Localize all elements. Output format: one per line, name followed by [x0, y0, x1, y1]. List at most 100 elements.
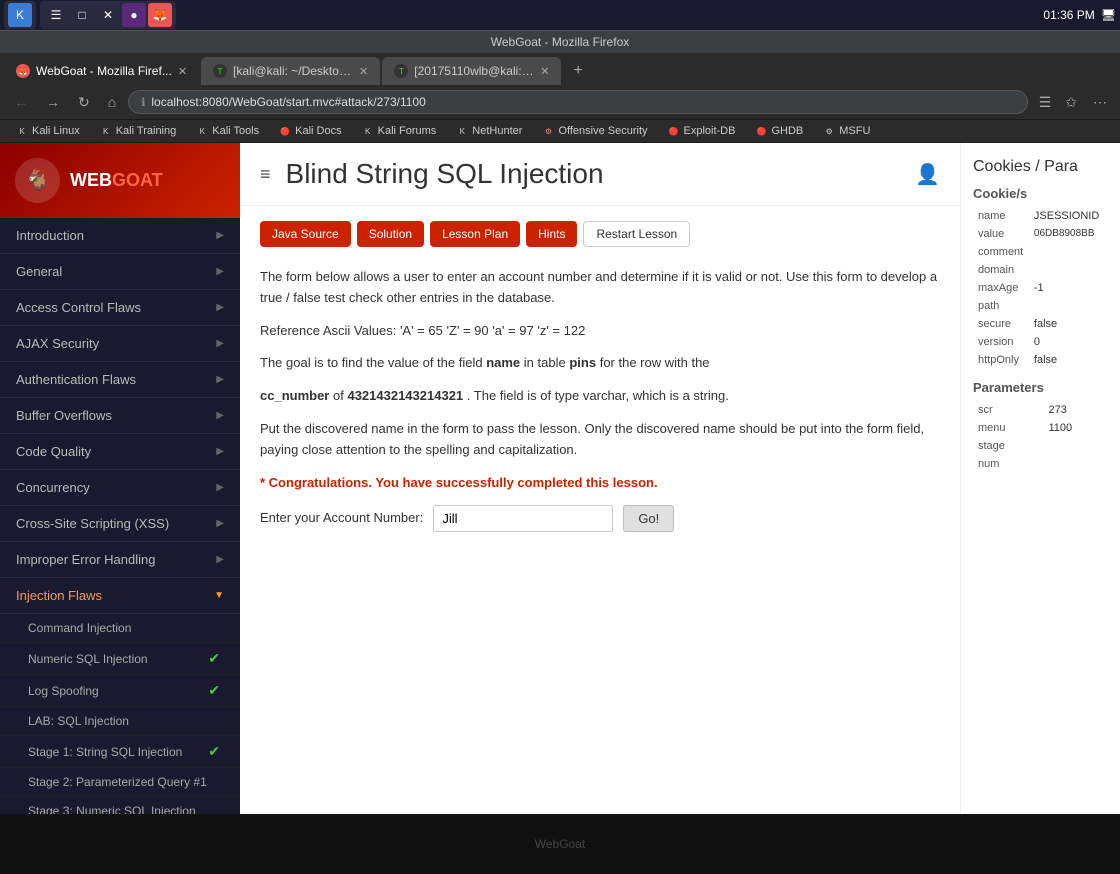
sidebar-item-label-introduction: Introduction — [16, 228, 84, 243]
sidebar-sub-command-injection[interactable]: Command Injection — [0, 614, 240, 643]
sidebar-item-authentication-flaws[interactable]: Authentication Flaws ▶ — [0, 362, 240, 398]
right-panel-title: Cookies / Para — [973, 158, 1108, 176]
tab-close-1[interactable]: ✕ — [359, 65, 368, 78]
bookmark-nethunter[interactable]: K NetHunter — [448, 123, 530, 139]
bookmark-label-nethunter: NetHunter — [472, 125, 522, 137]
sidebar-item-improper-error[interactable]: Improper Error Handling ▶ — [0, 542, 240, 578]
main-content-area: ≡ Blind String SQL Injection 👤 Java Sour… — [240, 143, 960, 814]
sidebar-item-general[interactable]: General ▶ — [0, 254, 240, 290]
tab-close-0[interactable]: ✕ — [178, 65, 187, 78]
browser-tab-2[interactable]: T [20175110wlb@kali: /ho... ✕ — [382, 57, 561, 85]
bookmark-ghdb[interactable]: 🔴 GHDB — [747, 123, 811, 139]
taskbar-icon-3[interactable]: ✕ — [96, 3, 120, 27]
bookmark-kali-forums[interactable]: K Kali Forums — [354, 123, 445, 139]
content-para5: Put the discovered name in the form to p… — [260, 419, 940, 461]
sidebar-item-concurrency[interactable]: Concurrency ▶ — [0, 470, 240, 506]
hamburger-menu-button[interactable]: ≡ — [260, 164, 271, 185]
sidebar-item-xss[interactable]: Cross-Site Scripting (XSS) ▶ — [0, 506, 240, 542]
reader-view-button[interactable]: ☰ — [1034, 91, 1057, 114]
bookmark-kali-training[interactable]: K Kali Training — [92, 123, 185, 139]
taskbar-icon-firefox[interactable]: 🦊 — [148, 3, 172, 27]
go-button[interactable]: Go! — [623, 505, 674, 532]
user-icon-button[interactable]: 👤 — [915, 162, 940, 187]
cookie-value-3 — [1031, 262, 1106, 278]
arrow-icon-buffer-overflows: ▶ — [216, 410, 224, 421]
new-tab-button[interactable]: + — [563, 57, 592, 85]
forward-button[interactable]: → — [40, 91, 66, 113]
browser-tab-0[interactable]: 🦊 WebGoat - Mozilla Firef... ✕ — [4, 57, 199, 85]
arrow-icon-access-control: ▶ — [216, 302, 224, 313]
bookmark-favicon-nethunter: K — [456, 125, 468, 137]
param-value-0: 273 — [1045, 402, 1106, 418]
sidebar-sub-numeric-sql[interactable]: Numeric SQL Injection ✔ — [0, 643, 240, 675]
param-name-2: stage — [975, 438, 1043, 454]
bookmark-kali-docs[interactable]: 🔴 Kali Docs — [271, 123, 349, 139]
taskbar-icon-1[interactable]: ☰ — [44, 3, 68, 27]
home-button[interactable]: ⌂ — [102, 91, 122, 113]
para3-mid: in table — [524, 355, 570, 370]
bookmark-msfu[interactable]: ⚙ MSFU — [815, 123, 878, 139]
arrow-icon-concurrency: ▶ — [216, 482, 224, 493]
bookmark-kali-linux[interactable]: K Kali Linux — [8, 123, 88, 139]
tab-favicon-1: T — [213, 64, 227, 78]
sidebar-sub-log-spoofing[interactable]: Log Spoofing ✔ — [0, 675, 240, 707]
cookie-name-8: httpOnly — [975, 352, 1029, 368]
cookie-row-5: path — [975, 298, 1106, 314]
tab-close-2[interactable]: ✕ — [540, 65, 549, 78]
bookmark-button[interactable]: ✩ — [1060, 91, 1082, 114]
sidebar-item-label-code-quality: Code Quality — [16, 444, 91, 459]
hints-button[interactable]: Hints — [526, 221, 577, 247]
cookie-row-4: maxAge -1 — [975, 280, 1106, 296]
taskbar-icon-kali[interactable]: K — [8, 3, 32, 27]
para4-value: 4321432143214321 — [347, 388, 463, 403]
menu-button[interactable]: ⋯ — [1088, 91, 1112, 114]
sidebar-item-label-xss: Cross-Site Scripting (XSS) — [16, 516, 169, 531]
bookmark-label-kali-tools: Kali Tools — [212, 125, 259, 137]
sidebar-item-access-control[interactable]: Access Control Flaws ▶ — [0, 290, 240, 326]
tab-label-1: [kali@kali: ~/Desktop/w... — [233, 64, 353, 78]
bookmark-kali-tools[interactable]: K Kali Tools — [188, 123, 267, 139]
reload-button[interactable]: ↻ — [72, 91, 96, 114]
sidebar-item-label-general: General — [16, 264, 62, 279]
browser-tab-1[interactable]: T [kali@kali: ~/Desktop/w... ✕ — [201, 57, 380, 85]
sidebar-sub-stage1[interactable]: Stage 1: String SQL Injection ✔ — [0, 736, 240, 768]
sidebar-item-introduction[interactable]: Introduction ▶ — [0, 218, 240, 254]
sidebar-item-label-access-control: Access Control Flaws — [16, 300, 141, 315]
sidebar-item-label-buffer-overflows: Buffer Overflows — [16, 408, 112, 423]
account-form-row: Enter your Account Number: Go! — [260, 505, 940, 532]
sidebar-item-injection-flaws[interactable]: Injection Flaws ▼ — [0, 578, 240, 614]
tab-label-2: [20175110wlb@kali: /ho... — [414, 64, 534, 78]
url-bar[interactable]: ℹ localhost:8080/WebGoat/start.mvc#attac… — [128, 90, 1028, 114]
page-header: ≡ Blind String SQL Injection 👤 — [240, 143, 960, 206]
bookmark-offensive-security[interactable]: ⚙ Offensive Security — [534, 123, 655, 139]
sidebar-sub-stage3[interactable]: Stage 3: Numeric SQL Injection — [0, 797, 240, 814]
arrow-icon-introduction: ▶ — [216, 230, 224, 241]
sidebar-item-code-quality[interactable]: Code Quality ▶ — [0, 434, 240, 470]
cookie-row-0: name JSESSIONID — [975, 208, 1106, 224]
lesson-plan-button[interactable]: Lesson Plan — [430, 221, 520, 247]
sidebar-item-buffer-overflows[interactable]: Buffer Overflows ▶ — [0, 398, 240, 434]
bookmark-exploit-db[interactable]: 🔴 Exploit-DB — [660, 123, 744, 139]
restart-lesson-button[interactable]: Restart Lesson — [583, 221, 690, 247]
browser-title: WebGoat - Mozilla Firefox — [491, 35, 630, 49]
content-para4: cc_number of 4321432143214321 . The fiel… — [260, 386, 940, 407]
sidebar-sub-stage2[interactable]: Stage 2: Parameterized Query #1 — [0, 768, 240, 797]
bookmark-favicon-kali-tools: K — [196, 125, 208, 137]
cookie-name-6: secure — [975, 316, 1029, 332]
cookie-name-1: value — [975, 226, 1029, 242]
sidebar-item-label-ajax-security: AJAX Security — [16, 336, 99, 351]
account-number-input[interactable] — [433, 505, 613, 532]
java-source-button[interactable]: Java Source — [260, 221, 351, 247]
cookie-name-3: domain — [975, 262, 1029, 278]
sidebar-sub-lab-sql[interactable]: LAB: SQL Injection — [0, 707, 240, 736]
taskbar-icon-4[interactable]: ● — [122, 3, 146, 27]
sidebar-item-ajax-security[interactable]: AJAX Security ▶ — [0, 326, 240, 362]
bookmark-label-kali-linux: Kali Linux — [32, 125, 80, 137]
sidebar-sub-label-log-spoofing: Log Spoofing — [28, 684, 99, 698]
task-group-left: K — [4, 1, 36, 29]
solution-button[interactable]: Solution — [357, 221, 424, 247]
back-button[interactable]: ← — [8, 91, 34, 113]
arrow-icon-code-quality: ▶ — [216, 446, 224, 457]
taskbar-icon-2[interactable]: □ — [70, 3, 94, 27]
tab-favicon-0: 🦊 — [16, 64, 30, 78]
